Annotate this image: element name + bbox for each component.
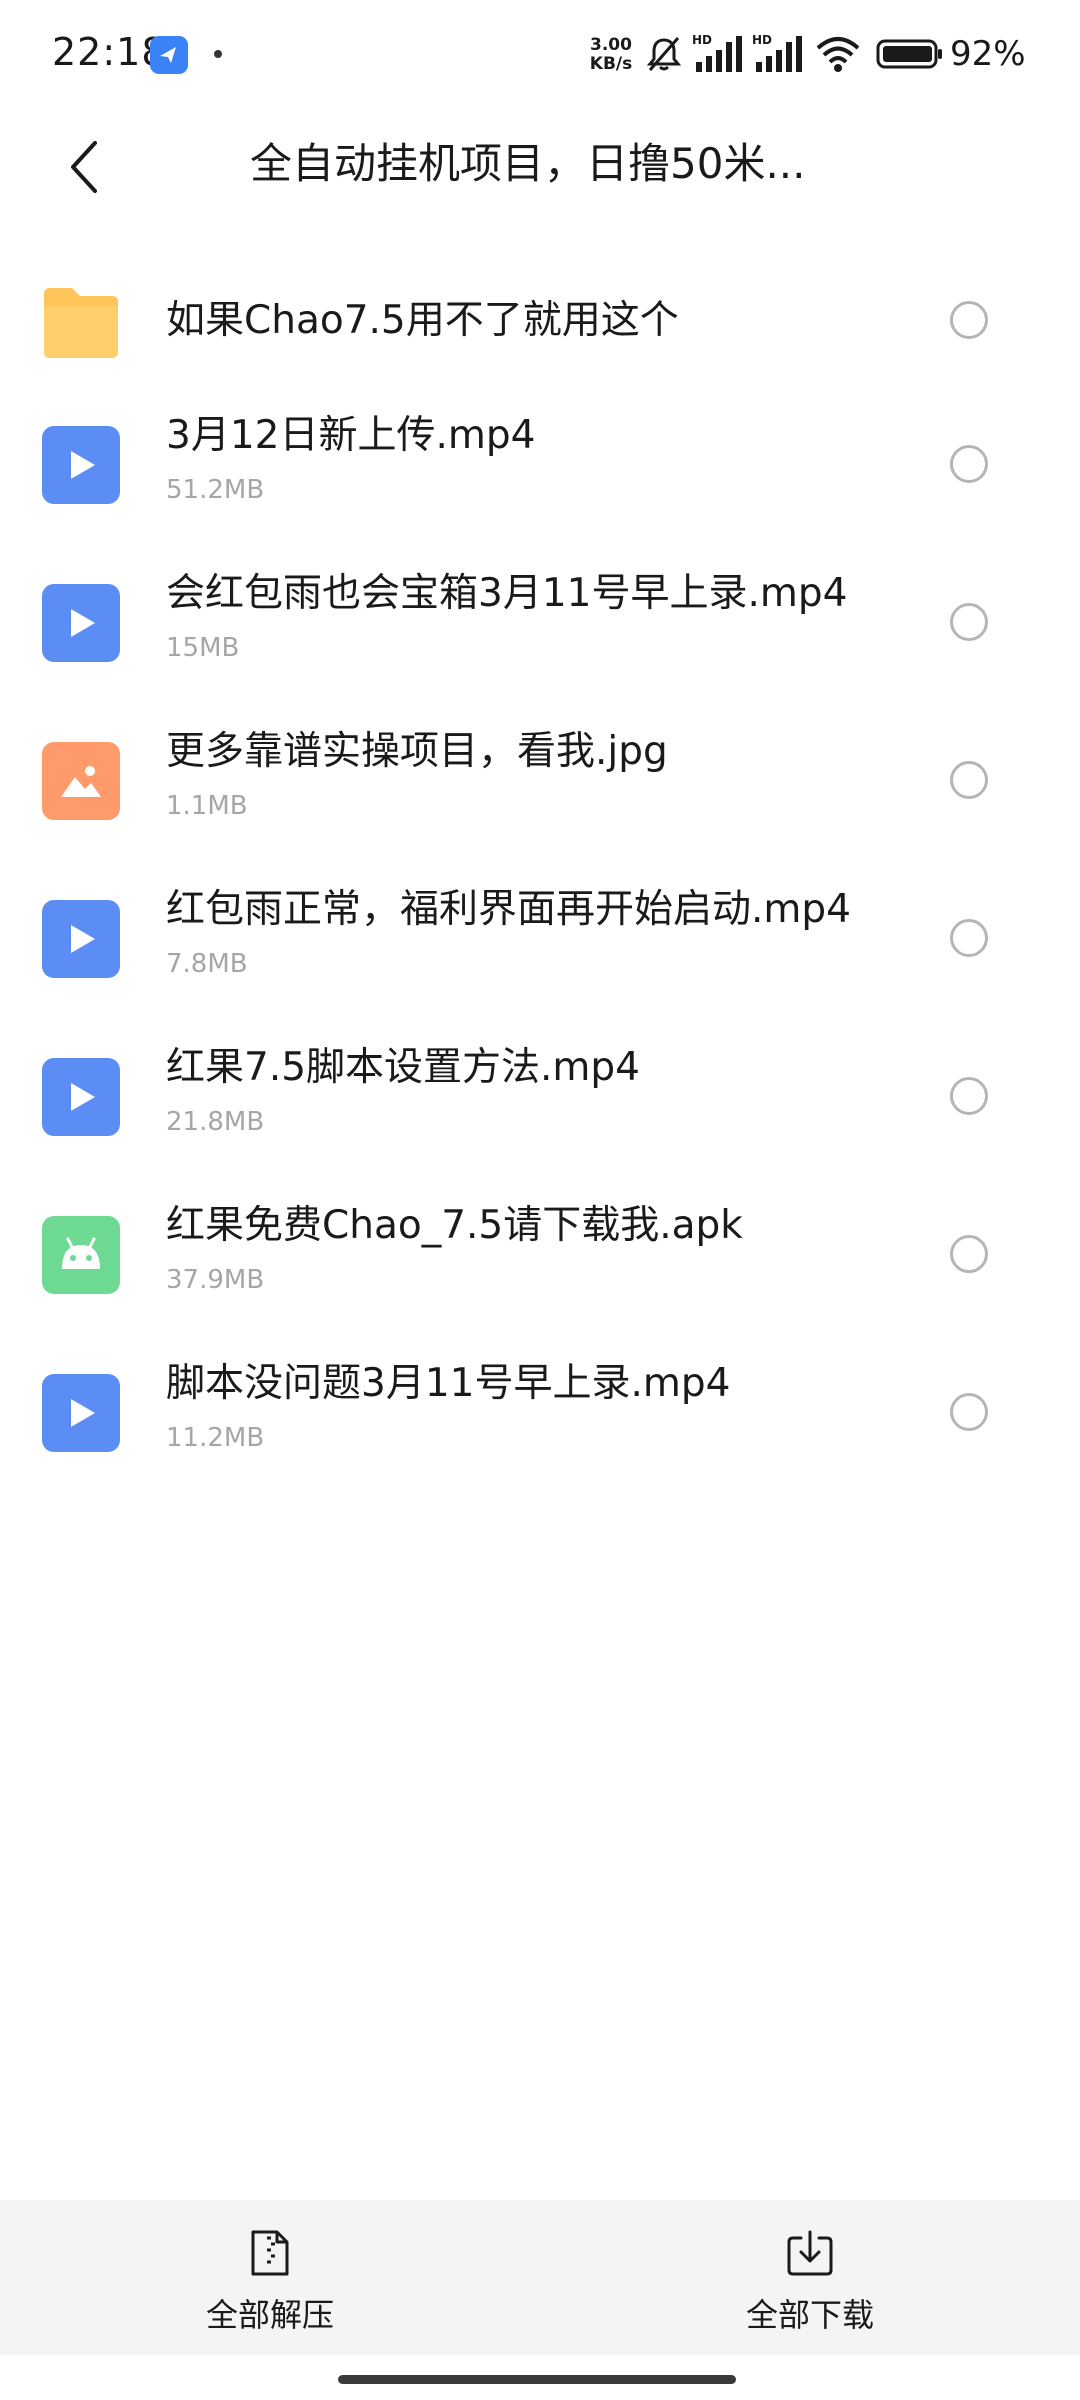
file-size: 11.2MB xyxy=(166,1423,265,1453)
home-indicator[interactable] xyxy=(338,2375,736,2384)
file-name: 会红包雨也会宝箱3月11号早上录.mp4 xyxy=(166,571,848,616)
file-row-video[interactable]: 红包雨正常，福利界面再开始启动.mp4 7.8MB xyxy=(0,882,1080,1032)
image-icon xyxy=(42,742,120,820)
video-play-icon xyxy=(42,426,120,504)
screen: 22:18 3.00 KB/s HD HD 92% 全自动挂机项目，日撸50米.… xyxy=(0,0,1080,2400)
file-row-video[interactable]: 红果7.5脚本设置方法.mp4 21.8MB xyxy=(0,1040,1080,1190)
video-play-icon xyxy=(42,1374,120,1452)
select-radio[interactable] xyxy=(950,1077,988,1115)
video-play-icon xyxy=(42,1058,120,1136)
file-name: 红果7.5脚本设置方法.mp4 xyxy=(166,1045,640,1090)
file-name: 脚本没问题3月11号早上录.mp4 xyxy=(166,1361,731,1406)
file-name: 如果Chao7.5用不了就用这个 xyxy=(166,298,679,343)
file-name: 3月12日新上传.mp4 xyxy=(166,413,536,458)
file-size: 15MB xyxy=(166,633,240,663)
select-radio[interactable] xyxy=(950,761,988,799)
status-bar: 22:18 3.00 KB/s HD HD 92% xyxy=(0,0,1080,110)
page-title: 全自动挂机项目，日撸50米... xyxy=(250,139,806,188)
svg-text:HD: HD xyxy=(752,33,772,47)
select-radio[interactable] xyxy=(950,445,988,483)
app-notification-icon xyxy=(150,36,188,74)
download-icon xyxy=(787,2230,833,2276)
android-icon xyxy=(42,1216,120,1294)
file-name: 红果免费Chao_7.5请下载我.apk xyxy=(166,1203,743,1248)
download-all-label: 全部下载 xyxy=(745,2296,874,2334)
extract-all-button[interactable]: 全部解压 xyxy=(120,2200,420,2355)
select-radio[interactable] xyxy=(950,919,988,957)
video-play-icon xyxy=(42,584,120,662)
file-row-video[interactable]: 会红包雨也会宝箱3月11号早上录.mp4 15MB xyxy=(0,566,1080,716)
file-row-video[interactable]: 3月12日新上传.mp4 51.2MB xyxy=(0,408,1080,558)
file-name: 更多靠谱实操项目，看我.jpg xyxy=(166,729,668,774)
signal-hd-icon: HD xyxy=(752,32,804,80)
network-speed: 3.00 KB/s xyxy=(584,36,638,74)
file-size: 7.8MB xyxy=(166,949,248,979)
back-button[interactable] xyxy=(50,132,120,202)
file-row-folder[interactable]: 如果Chao7.5用不了就用这个 xyxy=(0,250,1080,400)
network-speed-value: 3.00 xyxy=(590,35,632,55)
select-radio[interactable] xyxy=(950,603,988,641)
file-size: 37.9MB xyxy=(166,1265,265,1295)
file-row-video[interactable]: 脚本没问题3月11号早上录.mp4 11.2MB xyxy=(0,1356,1080,1506)
file-name: 红包雨正常，福利界面再开始启动.mp4 xyxy=(166,887,851,932)
battery-percent: 92% xyxy=(950,34,1026,74)
file-size: 21.8MB xyxy=(166,1107,265,1137)
svg-text:HD: HD xyxy=(692,33,712,47)
video-play-icon xyxy=(42,900,120,978)
bottom-action-bar: 全部解压 全部下载 xyxy=(0,2200,1080,2355)
file-size: 51.2MB xyxy=(166,475,265,505)
select-radio[interactable] xyxy=(950,1235,988,1273)
file-size: 1.1MB xyxy=(166,791,248,821)
network-speed-unit: KB/s xyxy=(589,54,633,74)
select-radio[interactable] xyxy=(950,301,988,339)
file-row-image[interactable]: 更多靠谱实操项目，看我.jpg 1.1MB xyxy=(0,724,1080,874)
chevron-left-icon xyxy=(71,141,97,193)
download-all-button[interactable]: 全部下载 xyxy=(660,2200,960,2355)
header: 全自动挂机项目，日撸50米... xyxy=(0,110,1080,220)
select-radio[interactable] xyxy=(950,1393,988,1431)
notification-dot xyxy=(214,50,222,58)
zip-file-icon xyxy=(251,2230,289,2276)
signal-hd-icon: HD xyxy=(692,32,744,80)
mute-icon xyxy=(644,34,684,78)
extract-all-label: 全部解压 xyxy=(205,2296,334,2334)
folder-icon xyxy=(42,282,120,360)
file-row-apk[interactable]: 红果免费Chao_7.5请下载我.apk 37.9MB xyxy=(0,1198,1080,1348)
battery-icon xyxy=(876,38,944,74)
wifi-icon xyxy=(814,34,862,78)
